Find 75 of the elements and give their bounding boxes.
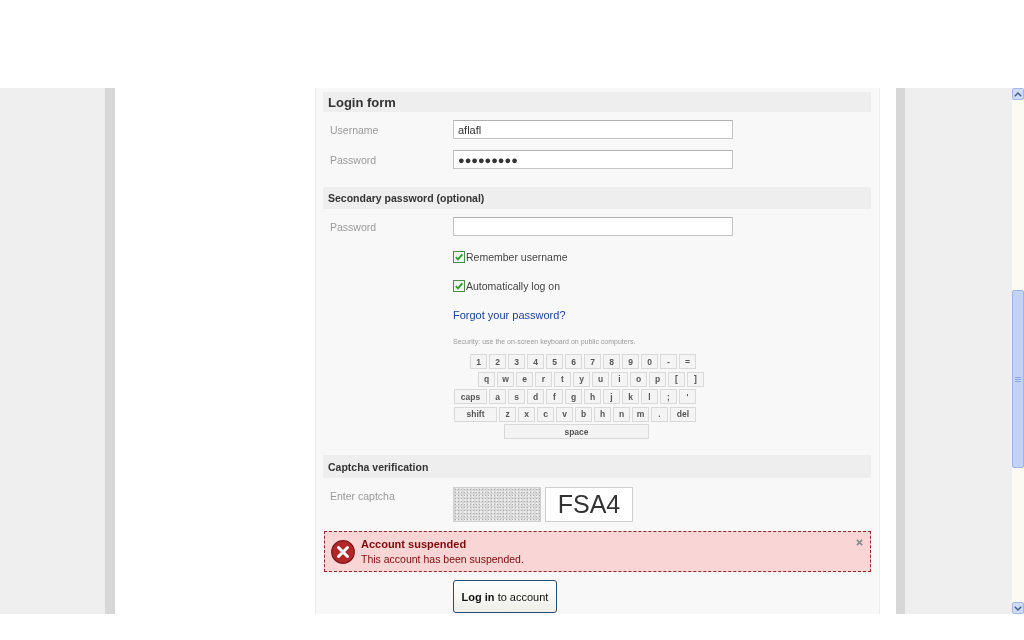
keyboard-key[interactable]: e xyxy=(516,371,533,387)
keyboard-key[interactable]: del xyxy=(670,406,696,422)
space-key[interactable]: space xyxy=(504,424,649,439)
field-label: Enter captcha xyxy=(329,489,396,502)
keyboard-key[interactable]: 1 xyxy=(470,354,487,369)
keyboard-key[interactable]: . xyxy=(651,406,668,422)
keyboard-key[interactable]: [ xyxy=(668,371,685,387)
keyboard-key[interactable]: b xyxy=(575,406,592,422)
keyboard-key[interactable]: a xyxy=(489,389,506,404)
login-button[interactable]: Log in to account xyxy=(453,580,557,613)
keyboard-key[interactable]: 4 xyxy=(527,354,544,369)
section-header: Captcha verification xyxy=(323,455,871,478)
chevron-up-icon xyxy=(1014,91,1022,97)
keyboard-key[interactable]: h xyxy=(584,389,601,404)
scrollbar-thumb[interactable] xyxy=(1012,290,1024,468)
keyboard-key[interactable]: i xyxy=(611,371,628,387)
keyboard-key[interactable]: l xyxy=(641,389,658,404)
keyboard-key[interactable]: w xyxy=(497,371,514,387)
keyboard-key[interactable]: 0 xyxy=(641,354,658,369)
checkbox[interactable] xyxy=(453,251,465,263)
keyboard-key[interactable]: 5 xyxy=(546,354,563,369)
keyboard-key[interactable]: 8 xyxy=(603,354,620,369)
keyboard-key[interactable]: d xyxy=(527,389,544,404)
keyboard-key[interactable]: q xyxy=(478,371,495,387)
keyboard-key[interactable]: - xyxy=(660,354,677,369)
keyboard-key[interactable]: 3 xyxy=(508,354,525,369)
keyboard-key[interactable]: t xyxy=(554,371,571,387)
scroll-up-button[interactable] xyxy=(1012,88,1024,100)
field-label: Password xyxy=(329,153,378,166)
keyboard-key[interactable]: j xyxy=(603,389,620,404)
keyboard-key[interactable]: u xyxy=(592,371,609,387)
checkbox[interactable] xyxy=(453,280,465,292)
keyboard-key[interactable]: s xyxy=(508,389,525,404)
text-field[interactable]: aflafl xyxy=(453,120,733,139)
scroll-down-button[interactable] xyxy=(1012,602,1024,614)
keyboard-key[interactable]: m xyxy=(632,406,649,422)
forgot-password-link[interactable]: Forgot your password? xyxy=(453,308,566,322)
chevron-down-icon xyxy=(1014,605,1022,611)
keyboard-key[interactable]: p xyxy=(649,371,666,387)
section-header: Secondary password (optional) xyxy=(323,187,871,209)
keyboard-key[interactable]: 9 xyxy=(622,354,639,369)
keyboard-key[interactable]: 7 xyxy=(584,354,601,369)
keyboard-key[interactable]: = xyxy=(679,354,696,369)
keyboard-key[interactable]: shift xyxy=(454,406,497,422)
keyboard-key[interactable]: ; xyxy=(660,389,677,404)
grip-icon xyxy=(1015,376,1021,382)
checkbox-label: Automatically log on xyxy=(466,280,560,292)
keyboard-key[interactable]: n xyxy=(613,406,630,422)
keyboard-key[interactable]: 2 xyxy=(489,354,506,369)
keyboard-key[interactable]: 6 xyxy=(565,354,582,369)
keyboard-key[interactable]: x xyxy=(518,406,535,422)
keyboard-key[interactable]: f xyxy=(546,389,563,404)
field-label: Password xyxy=(329,220,378,233)
keyboard-key[interactable]: r xyxy=(535,371,552,387)
text-field[interactable]: ●●●●●●●●● xyxy=(453,150,733,169)
captcha-field[interactable]: FSA4 xyxy=(545,487,633,522)
keyboard-key[interactable]: ] xyxy=(687,371,704,387)
checkbox-label: Remember username xyxy=(466,251,568,263)
keyboard-key[interactable]: h xyxy=(594,406,611,422)
keyboard-key[interactable]: ' xyxy=(679,389,696,404)
keyboard-key[interactable]: y xyxy=(573,371,590,387)
alert-message: This account has been suspended. xyxy=(361,552,524,566)
close-icon[interactable] xyxy=(856,539,863,546)
keyboard-key[interactable]: g xyxy=(565,389,582,404)
keyboard-key[interactable]: k xyxy=(622,389,639,404)
keyboard-key[interactable]: z xyxy=(499,406,516,422)
keyboard-key[interactable]: c xyxy=(537,406,554,422)
section-header: Login form xyxy=(323,92,871,112)
error-icon xyxy=(331,539,355,564)
field-label: Username xyxy=(329,123,380,136)
text-field[interactable] xyxy=(453,217,733,236)
keyboard-key[interactable]: o xyxy=(630,371,647,387)
keyboard-key[interactable]: v xyxy=(556,406,573,422)
keyboard-key[interactable]: caps xyxy=(454,389,487,404)
alert-title: Account suspended xyxy=(361,537,468,551)
